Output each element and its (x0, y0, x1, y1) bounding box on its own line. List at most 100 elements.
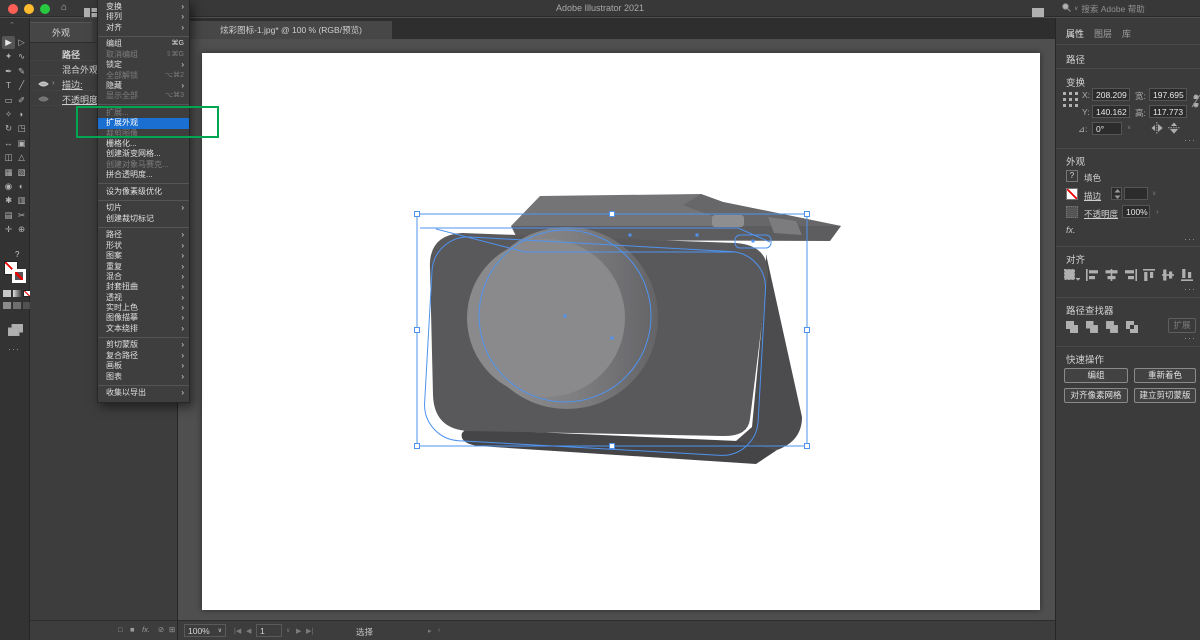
stroke-swatch-none[interactable] (1066, 188, 1078, 200)
gradient-tool[interactable]: ▧ (15, 166, 28, 179)
fill-swatch-unknown[interactable]: ? (1066, 170, 1078, 182)
column-graph-tool[interactable]: ▥ (15, 194, 28, 207)
height-field[interactable]: 117.773 (1149, 105, 1187, 118)
menu-item-show-all[interactable]: 显示全部⌥⌘3 (98, 91, 189, 101)
chevron-down-icon[interactable]: ∨ (286, 627, 290, 634)
transform-more-options[interactable]: ··· (1184, 135, 1196, 145)
selection-tool[interactable]: ▶ (2, 36, 15, 49)
screen-mode-icon[interactable] (8, 323, 23, 341)
lasso-tool[interactable]: ∿ (15, 50, 28, 63)
draw-behind-button[interactable] (13, 302, 21, 309)
camera-artwork[interactable] (178, 39, 1055, 620)
width-field[interactable]: 197.695 (1149, 88, 1187, 101)
slice-tool[interactable]: ✂ (15, 209, 28, 222)
tab-libraries[interactable]: 库 (1122, 27, 1131, 40)
menu-item-image-trace[interactable]: 图像描摹› (98, 313, 189, 323)
menu-item-live-paint[interactable]: 实时上色› (98, 303, 189, 313)
menu-item-lock[interactable]: 锁定› (98, 60, 189, 70)
symbol-sprayer-tool[interactable]: ✱ (2, 194, 15, 207)
last-artboard-icon[interactable]: ▶| (306, 627, 313, 635)
free-transform-tool[interactable]: ▣ (15, 137, 28, 150)
shaper-tool[interactable]: ✧ (2, 108, 15, 121)
pathfinder-more-options[interactable]: ··· (1184, 333, 1196, 343)
intersect-icon[interactable] (1106, 321, 1119, 336)
fill-label[interactable]: 填色 (1084, 172, 1101, 184)
menu-item-unlock-all[interactable]: 全部解锁⌥⌘2 (98, 71, 189, 81)
flip-vertical-icon[interactable] (1168, 122, 1180, 136)
menu-item-slice[interactable]: 切片› (98, 203, 189, 213)
zoom-level-dropdown[interactable]: 100% ∨ (184, 624, 226, 637)
artboard-number-field[interactable]: 1 (256, 624, 282, 637)
align-right-icon[interactable] (1124, 269, 1137, 284)
x-field[interactable]: 208.209 (1092, 88, 1130, 101)
menu-item-pattern[interactable]: 图案› (98, 251, 189, 261)
toolbar-grip[interactable]: ⌃ (9, 21, 15, 29)
opacity-options-arrow-icon[interactable]: › (1156, 207, 1159, 216)
draw-normal-button[interactable] (3, 302, 11, 309)
menu-item-rasterize[interactable]: 栅格化... (98, 139, 189, 149)
chevron-down-icon[interactable]: ∨ (1127, 124, 1131, 131)
row-label[interactable]: 不透明度 (62, 93, 98, 106)
menu-item-collect-for-export[interactable]: 收集以导出› (98, 388, 189, 398)
search-adobe-help[interactable]: ∨ 搜索 Adobe 帮助 (1062, 2, 1192, 15)
menu-item-ungroup[interactable]: 取消编组⇧⌘G (98, 50, 189, 60)
effects-fx-button[interactable]: fx. (1066, 225, 1076, 235)
minus-front-icon[interactable] (1086, 321, 1099, 336)
menu-item-make-pixel-perfect[interactable]: 设为像素级优化 (98, 187, 189, 197)
width-tool[interactable]: ↔ (2, 137, 15, 150)
menu-item-artboards[interactable]: 画板› (98, 361, 189, 371)
menu-item-flatten-transparency[interactable]: 拼合透明度... (98, 170, 189, 180)
align-vertical-center-icon[interactable] (1162, 269, 1175, 284)
stroke-weight-stepper[interactable] (1111, 187, 1122, 200)
menu-item-shape[interactable]: 形状› (98, 241, 189, 251)
align-more-options[interactable]: ··· (1184, 284, 1196, 294)
artboard-tool[interactable]: ▤ (2, 209, 15, 222)
menu-item-text-wrap[interactable]: 文本绕排› (98, 324, 189, 334)
y-field[interactable]: 140.162 (1092, 105, 1130, 118)
align-left-icon[interactable] (1086, 269, 1099, 284)
opacity-label[interactable]: 不透明度 (1084, 208, 1118, 220)
menu-item-transform[interactable]: 变换› (98, 2, 189, 12)
shape-builder-tool[interactable]: ◫ (2, 151, 15, 164)
menu-item-align[interactable]: 对齐› (98, 23, 189, 33)
pen-tool[interactable]: ✒ (2, 65, 15, 78)
hand-tool[interactable]: ✛ (2, 223, 15, 236)
clear-appearance-icon[interactable]: ⊘ (158, 625, 164, 634)
tab-properties[interactable]: 属性 (1066, 27, 1084, 40)
menu-item-create-gradient-mesh[interactable]: 创建渐变网格... (98, 149, 189, 159)
align-to-selection-icon[interactable] (1064, 269, 1080, 284)
rotate-tool[interactable]: ↻ (2, 122, 15, 135)
blob-brush-tool[interactable]: ◗ (15, 108, 28, 121)
flip-horizontal-icon[interactable] (1151, 122, 1163, 136)
scale-tool[interactable]: ◳ (15, 122, 28, 135)
menu-item-arrange[interactable]: 排列› (98, 12, 189, 22)
menu-item-repeat[interactable]: 重复› (98, 262, 189, 272)
menu-item-group[interactable]: 编组⌘G (98, 39, 189, 49)
magic-wand-tool[interactable]: ✦ (2, 50, 15, 63)
canvas-area[interactable] (178, 39, 1055, 620)
row-label[interactable]: 描边: (62, 78, 83, 91)
document-tab[interactable]: 炫彩图标-1.jpg* @ 100 % (RGB/预览) (190, 21, 392, 39)
reference-point-locator-icon[interactable] (1063, 92, 1078, 109)
menu-item-graph[interactable]: 图表› (98, 372, 189, 382)
perspective-grid-tool[interactable]: △ (15, 151, 28, 164)
opacity-field[interactable]: 100% (1122, 205, 1150, 218)
first-artboard-icon[interactable]: |◀ (234, 627, 241, 635)
type-tool[interactable]: T (2, 79, 15, 92)
new-fill-icon[interactable]: ■ (130, 625, 135, 634)
visibility-eye-icon[interactable] (38, 80, 49, 90)
add-effect-icon[interactable]: fx. (142, 625, 150, 634)
status-collapse-icon[interactable]: ‹ (438, 627, 440, 634)
quick-action-group-button[interactable]: 编组 (1064, 368, 1128, 383)
quick-action-make-clipping-mask-button[interactable]: 建立剪切蒙版 (1134, 388, 1196, 403)
rotation-field[interactable]: 0° (1092, 122, 1122, 135)
pathfinder-expand-button[interactable]: 扩展 (1168, 318, 1196, 333)
quick-action-align-pixel-grid-button[interactable]: 对齐像素网格 (1064, 388, 1128, 403)
stroke-color-swatch[interactable] (12, 269, 26, 283)
menu-item-clipping-mask[interactable]: 剪切蒙版› (98, 340, 189, 350)
curvature-tool[interactable]: ✎ (15, 65, 28, 78)
eyedropper-tool[interactable]: ◉ (2, 180, 15, 193)
align-horizontal-center-icon[interactable] (1105, 269, 1118, 284)
menu-item-create-trim-marks[interactable]: 创建裁切标记 (98, 214, 189, 224)
tab-layers[interactable]: 图层 (1094, 27, 1112, 40)
